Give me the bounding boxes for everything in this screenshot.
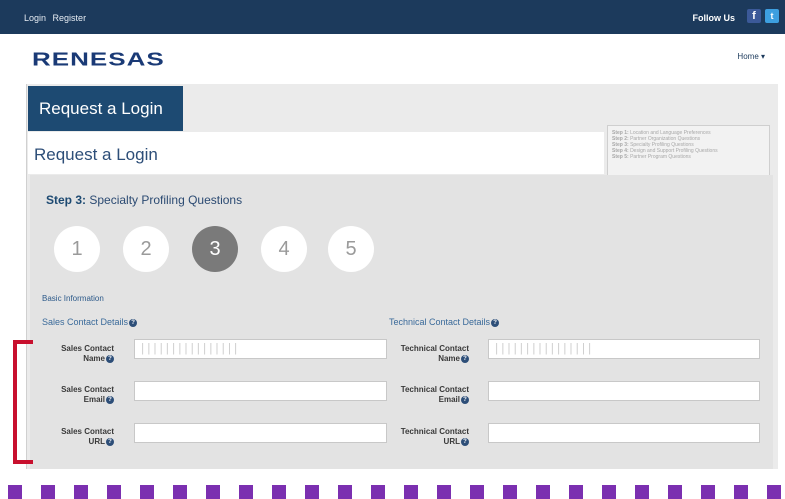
step-title-text: Specialty Profiling Questions (89, 193, 243, 207)
dash-segment (173, 485, 187, 499)
dash-segment (41, 485, 55, 499)
step-circle-5[interactable]: 5 (328, 226, 374, 272)
technical-email-input[interactable] (488, 381, 760, 401)
steps-list-item: Step 5: Partner Program Questions (612, 154, 691, 160)
step-circle-3[interactable]: 3 (192, 226, 238, 272)
sales-contact-heading: Sales Contact Details? (42, 317, 138, 327)
dash-segment (305, 485, 319, 499)
dash-segment (74, 485, 88, 499)
help-icon[interactable]: ? (491, 318, 500, 327)
help-icon[interactable]: ? (106, 395, 114, 404)
technical-url-label: Technical Contact URL? (400, 427, 469, 446)
step-title-label: Step 3: (46, 193, 87, 207)
dash-segment (8, 485, 22, 499)
technical-url-input[interactable] (488, 423, 760, 443)
decorative-dashed-border (0, 485, 785, 499)
help-icon[interactable]: ? (461, 354, 469, 363)
dash-segment (437, 485, 451, 499)
help-icon[interactable]: ? (461, 437, 469, 446)
step-title: Step 3: Specialty Profiling Questions (46, 193, 242, 207)
technical-name-input[interactable]: |||||||||||||||| (488, 339, 760, 359)
step-circle-4[interactable]: 4 (261, 226, 307, 272)
technical-contact-heading: Technical Contact Details? (389, 317, 500, 327)
dash-segment (569, 485, 583, 499)
dash-segment (536, 485, 550, 499)
help-icon[interactable]: ? (461, 395, 469, 404)
dash-segment (140, 485, 154, 499)
dash-segment (206, 485, 220, 499)
dash-segment (767, 485, 781, 499)
follow-us-label: Follow Us (692, 13, 736, 23)
dash-segment (239, 485, 253, 499)
dash-segment (602, 485, 616, 499)
dash-segment (272, 485, 286, 499)
login-link[interactable]: Login (24, 13, 46, 23)
dash-segment (734, 485, 748, 499)
page-title: Request a Login (28, 132, 604, 174)
top-bar: Login Register Follow Us f t (0, 0, 785, 34)
dash-segment (470, 485, 484, 499)
technical-name-label: Technical Contact Name? (400, 344, 469, 363)
dash-segment (371, 485, 385, 499)
help-icon[interactable]: ? (129, 318, 138, 327)
sales-url-label: Sales Contact URL? (61, 427, 114, 446)
dash-segment (107, 485, 121, 499)
dash-segment (668, 485, 682, 499)
sales-email-input[interactable] (134, 381, 387, 401)
auth-links: Login Register (24, 13, 90, 23)
help-icon[interactable]: ? (106, 354, 114, 363)
step-circle-2[interactable]: 2 (123, 226, 169, 272)
section-title: Basic Information (42, 294, 104, 303)
request-login-tab: Request a Login (28, 86, 183, 131)
dash-segment (404, 485, 418, 499)
dash-segment (701, 485, 715, 499)
sales-name-label: Sales Contact Name? (61, 344, 114, 363)
dash-segment (338, 485, 352, 499)
sales-url-input[interactable] (134, 423, 387, 443)
site-header: RENESAS Home ▾ (0, 34, 785, 84)
dash-segment (635, 485, 649, 499)
step-circle-1[interactable]: 1 (54, 226, 100, 272)
dash-segment (503, 485, 517, 499)
sales-email-label: Sales Contact Email? (61, 385, 114, 404)
facebook-icon[interactable]: f (747, 9, 761, 23)
help-icon[interactable]: ? (106, 437, 114, 446)
register-link[interactable]: Register (53, 13, 87, 23)
renesas-logo[interactable]: RENESAS (32, 48, 165, 70)
twitter-icon[interactable]: t (765, 9, 779, 23)
home-menu[interactable]: Home ▾ (737, 52, 765, 61)
sales-name-input[interactable]: |||||||||||||||| (134, 339, 387, 359)
technical-email-label: Technical Contact Email? (400, 385, 469, 404)
annotation-bracket (13, 340, 33, 464)
